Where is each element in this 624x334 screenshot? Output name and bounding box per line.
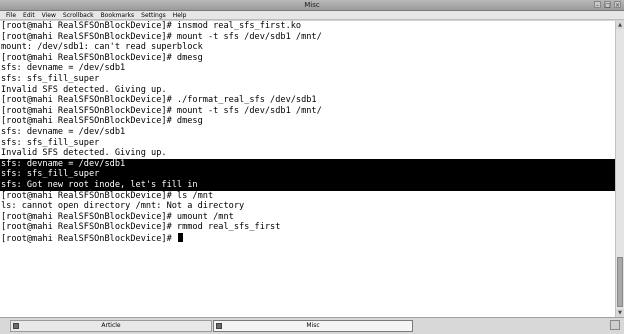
terminal-line-text: [root@mahi RealSFSOnBlockDevice]# mount … bbox=[1, 105, 322, 116]
scroll-down-icon[interactable]: ▼ bbox=[616, 309, 624, 317]
minimize-icon[interactable]: – bbox=[594, 1, 601, 9]
system-tray-icon[interactable] bbox=[610, 320, 620, 330]
menu-bar: File Edit View Scrollback Bookmarks Sett… bbox=[0, 11, 624, 20]
terminal-line-text: sfs: devname = /dev/sdb1 bbox=[1, 158, 126, 169]
window-controls: – □ × bbox=[594, 1, 621, 9]
terminal-line: sfs: devname = /dev/sdb1 bbox=[0, 63, 615, 74]
terminal-line: [root@mahi RealSFSOnBlockDevice]# dmesg bbox=[0, 53, 615, 64]
menu-view[interactable]: View bbox=[42, 11, 56, 19]
terminal-line: Invalid SFS detected. Giving up. bbox=[0, 148, 615, 159]
terminal-line: [root@mahi RealSFSOnBlockDevice]# insmod… bbox=[0, 21, 615, 32]
terminal-line-text: [root@mahi RealSFSOnBlockDevice]# dmesg bbox=[1, 116, 203, 127]
terminal-line: sfs: devname = /dev/sdb1 bbox=[0, 127, 615, 138]
terminal-line: [root@mahi RealSFSOnBlockDevice]# ls /mn… bbox=[0, 191, 615, 202]
terminal-line: [root@mahi RealSFSOnBlockDevice]# mount … bbox=[0, 106, 615, 117]
terminal-line-text: ls: cannot open directory /mnt: Not a di… bbox=[1, 201, 245, 212]
terminal-line-text: [root@mahi RealSFSOnBlockDevice]# ./form… bbox=[1, 95, 317, 106]
terminal-line-text: mount: /dev/sdb1: can't read superblock bbox=[1, 42, 203, 53]
terminal-line: [root@mahi RealSFSOnBlockDevice]# dmesg bbox=[0, 116, 615, 127]
menu-settings[interactable]: Settings bbox=[141, 11, 166, 19]
terminal-line: sfs: Got new root inode, let's fill in bbox=[0, 179, 615, 191]
menu-file[interactable]: File bbox=[6, 11, 16, 19]
terminal-output[interactable]: [root@mahi RealSFSOnBlockDevice]# insmod… bbox=[0, 21, 615, 317]
terminal-line-text: sfs: sfs_fill_super bbox=[1, 73, 100, 84]
terminal-line-text: sfs: devname = /dev/sdb1 bbox=[1, 63, 126, 74]
terminal-line: [root@mahi RealSFSOnBlockDevice]# bbox=[0, 232, 615, 244]
terminal-line-text: [root@mahi RealSFSOnBlockDevice]# ls /mn… bbox=[1, 190, 214, 201]
scrollbar-thumb[interactable] bbox=[617, 257, 623, 307]
terminal-line: sfs: sfs_fill_super bbox=[0, 169, 615, 180]
terminal-line-text: sfs: sfs_fill_super bbox=[1, 169, 100, 180]
terminal-line-text: sfs: sfs_fill_super bbox=[1, 137, 100, 148]
text-cursor bbox=[177, 232, 183, 242]
window-titlebar[interactable]: Misc – □ × bbox=[0, 0, 624, 11]
menu-edit[interactable]: Edit bbox=[23, 11, 35, 19]
terminal-line-text: [root@mahi RealSFSOnBlockDevice]# insmod… bbox=[1, 21, 302, 31]
vertical-scrollbar[interactable]: ▲ ▼ bbox=[615, 21, 624, 317]
terminal-line: Invalid SFS detected. Giving up. bbox=[0, 85, 615, 96]
terminal-line: sfs: devname = /dev/sdb1 bbox=[0, 158, 615, 170]
taskbar-item-label: Article bbox=[101, 322, 121, 329]
menu-help[interactable]: Help bbox=[173, 11, 187, 19]
scroll-up-icon[interactable]: ▲ bbox=[616, 21, 624, 29]
terminal-line-text: Invalid SFS detected. Giving up. bbox=[1, 148, 167, 159]
terminal-line-text: Invalid SFS detected. Giving up. bbox=[1, 84, 167, 95]
konsole-icon bbox=[13, 323, 19, 329]
menu-scrollback[interactable]: Scrollback bbox=[63, 11, 94, 19]
terminal-line: mount: /dev/sdb1: can't read superblock bbox=[0, 42, 615, 53]
taskbar-item-misc[interactable]: Misc bbox=[213, 320, 413, 332]
terminal-line-text: sfs: devname = /dev/sdb1 bbox=[1, 126, 126, 137]
close-icon[interactable]: × bbox=[614, 1, 621, 9]
terminal-line: sfs: sfs_fill_super bbox=[0, 138, 615, 149]
taskbar-item-label: Misc bbox=[306, 322, 320, 329]
terminal-line: [root@mahi RealSFSOnBlockDevice]# ./form… bbox=[0, 95, 615, 106]
maximize-icon[interactable]: □ bbox=[604, 1, 611, 9]
terminal-line: ls: cannot open directory /mnt: Not a di… bbox=[0, 201, 615, 212]
menu-bookmarks[interactable]: Bookmarks bbox=[101, 11, 135, 19]
terminal-line-text: [root@mahi RealSFSOnBlockDevice]# dmesg bbox=[1, 52, 203, 63]
terminal-line: [root@mahi RealSFSOnBlockDevice]# rmmod … bbox=[0, 222, 615, 233]
konsole-icon bbox=[216, 323, 222, 329]
taskbar: Article Misc bbox=[0, 317, 624, 334]
terminal-line-text: sfs: Got new root inode, let's fill in bbox=[1, 179, 198, 190]
taskbar-item-article[interactable]: Article bbox=[10, 320, 212, 332]
terminal-line: [root@mahi RealSFSOnBlockDevice]# mount … bbox=[0, 32, 615, 43]
terminal-line: [root@mahi RealSFSOnBlockDevice]# umount… bbox=[0, 212, 615, 223]
terminal-line: sfs: sfs_fill_super bbox=[0, 74, 615, 85]
terminal-line-text: [root@mahi RealSFSOnBlockDevice]# umount… bbox=[1, 211, 234, 222]
window-title: Misc bbox=[304, 1, 320, 9]
terminal-line-text: [root@mahi RealSFSOnBlockDevice]# rmmod … bbox=[1, 222, 281, 233]
terminal-line-text: [root@mahi RealSFSOnBlockDevice]# bbox=[1, 233, 177, 244]
terminal-line-text: [root@mahi RealSFSOnBlockDevice]# mount … bbox=[1, 31, 322, 42]
